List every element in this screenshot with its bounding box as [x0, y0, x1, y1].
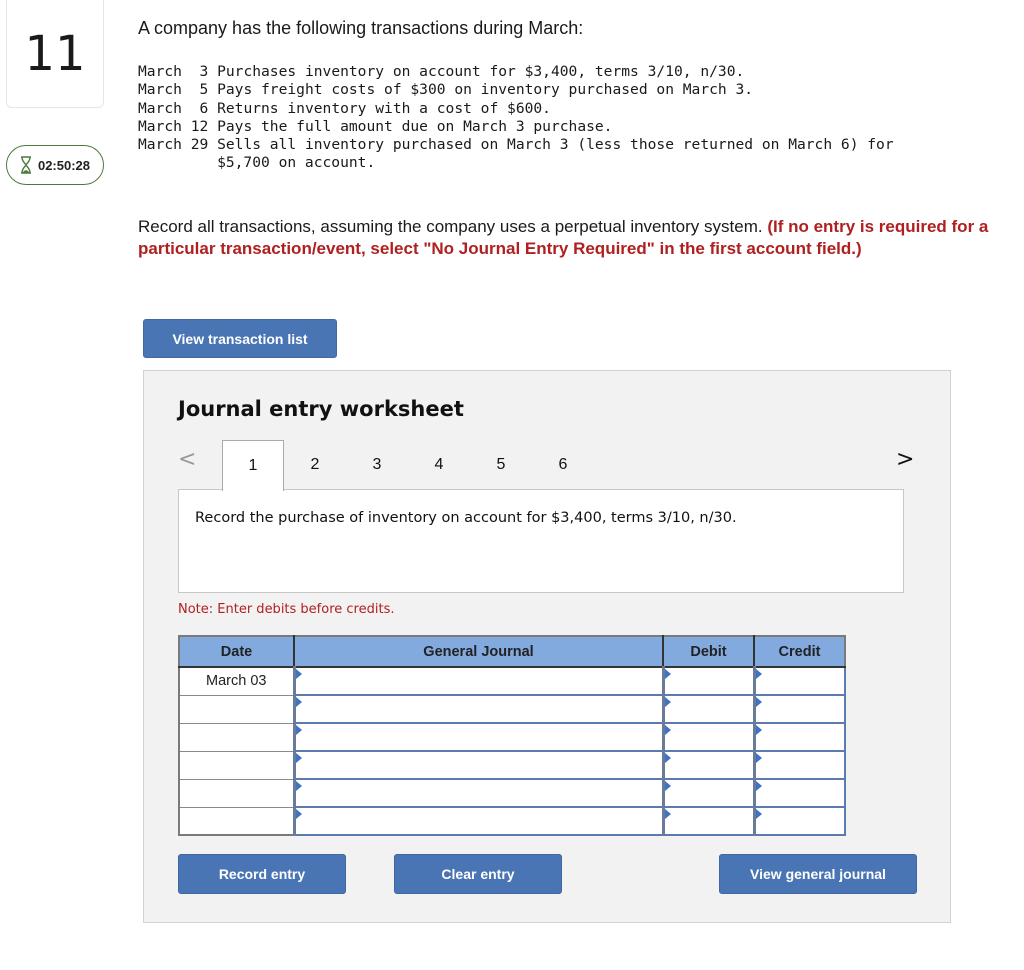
debit-cell: [661, 806, 755, 836]
debit-input[interactable]: [664, 808, 753, 834]
chevron-right-icon[interactable]: >: [896, 447, 914, 472]
transaction-row: March 12 Pays the full amount due on Mar…: [138, 118, 612, 135]
debit-input[interactable]: [664, 724, 753, 750]
account-cell: [292, 694, 664, 724]
journal-table: Date General Journal Debit Credit March …: [178, 635, 846, 836]
transaction-item: Pays the full amount due on March 3 purc…: [217, 117, 613, 135]
entry-tabs: 1 2 3 4 5 6: [222, 440, 594, 491]
tab-3[interactable]: 3: [346, 440, 408, 490]
timer-badge: 02:50:28: [6, 145, 104, 185]
account-input[interactable]: [295, 752, 662, 778]
worksheet-title: Journal entry worksheet: [178, 397, 464, 421]
debit-input[interactable]: [664, 752, 753, 778]
credit-input[interactable]: [755, 724, 844, 750]
credit-cell: [752, 666, 846, 696]
debit-cell: [661, 694, 755, 724]
transaction-row: March 3 Purchases inventory on account f…: [138, 63, 744, 80]
credit-input[interactable]: [755, 696, 844, 722]
clear-entry-button[interactable]: Clear entry: [394, 854, 562, 894]
header-debit: Debit: [663, 636, 755, 668]
credit-cell: [752, 806, 846, 836]
tab-5[interactable]: 5: [470, 440, 532, 490]
journal-row: [179, 806, 846, 836]
record-entry-button[interactable]: Record entry: [178, 854, 346, 894]
entry-description: Record the purchase of inventory on acco…: [178, 489, 904, 593]
journal-entry-worksheet: Journal entry worksheet < 1 2 3 4 5 6 > …: [143, 370, 951, 923]
debit-cell: [661, 778, 755, 808]
credit-input[interactable]: [755, 780, 844, 806]
account-input[interactable]: [295, 724, 662, 750]
account-cell: [292, 806, 664, 836]
journal-row: [179, 694, 846, 724]
transaction-row: March 6 Returns inventory with a cost of…: [138, 100, 551, 117]
credit-input[interactable]: [755, 668, 844, 694]
account-input[interactable]: [295, 808, 662, 834]
header-general-journal: General Journal: [294, 636, 664, 668]
date-cell: [179, 779, 295, 808]
question-number: 11: [6, 0, 104, 108]
transaction-date: March 29: [138, 136, 209, 154]
journal-row: [179, 750, 846, 780]
chevron-left-icon[interactable]: <: [178, 447, 196, 472]
transaction-date: March 12: [138, 117, 209, 135]
view-general-journal-button[interactable]: View general journal: [719, 854, 917, 894]
transaction-date: March 5: [138, 81, 209, 99]
tab-2[interactable]: 2: [284, 440, 346, 490]
tab-6[interactable]: 6: [532, 440, 594, 490]
transaction-list: March 3 Purchases inventory on account f…: [138, 63, 894, 173]
credit-cell: [752, 722, 846, 752]
transaction-row: March 5 Pays freight costs of $300 on in…: [138, 81, 753, 98]
transaction-item: Purchases inventory on account for $3,40…: [217, 63, 745, 80]
account-cell: [292, 778, 664, 808]
account-cell: [292, 666, 664, 696]
instruction-text: Record all transactions, assuming the co…: [138, 217, 763, 236]
date-cell: [179, 807, 295, 836]
transaction-item: Pays freight costs of $300 on inventory …: [217, 81, 754, 99]
view-transaction-list-button[interactable]: View transaction list: [143, 319, 337, 358]
entry-note: Note: Enter debits before credits.: [178, 602, 395, 617]
credit-cell: [752, 778, 846, 808]
account-input[interactable]: [295, 780, 662, 806]
date-cell: [179, 751, 295, 780]
tab-1[interactable]: 1: [222, 440, 284, 491]
debit-cell: [661, 750, 755, 780]
instructions: Record all transactions, assuming the co…: [138, 216, 1008, 260]
credit-cell: [752, 694, 846, 724]
account-cell: [292, 750, 664, 780]
header-credit: Credit: [754, 636, 845, 668]
date-cell: March 03: [179, 667, 295, 696]
header-date: Date: [179, 636, 295, 668]
date-cell: [179, 723, 295, 752]
transaction-item: Sells all inventory purchased on March 3…: [217, 136, 894, 172]
journal-row: [179, 722, 846, 752]
debit-input[interactable]: [664, 780, 753, 806]
debit-input[interactable]: [664, 668, 753, 694]
tab-4[interactable]: 4: [408, 440, 470, 490]
transaction-date: March 6: [138, 99, 209, 117]
account-input[interactable]: [295, 696, 662, 722]
timer-value: 02:50:28: [37, 157, 91, 173]
account-input[interactable]: [295, 668, 662, 694]
debit-cell: [661, 666, 755, 696]
credit-input[interactable]: [755, 808, 844, 834]
account-cell: [292, 722, 664, 752]
transaction-row: March 29 Sells all inventory purchased o…: [138, 136, 894, 171]
question-prompt: A company has the following transactions…: [138, 18, 584, 38]
credit-cell: [752, 750, 846, 780]
credit-input[interactable]: [755, 752, 844, 778]
hourglass-icon: [20, 156, 31, 174]
debit-input[interactable]: [664, 696, 753, 722]
journal-row: March 03: [179, 666, 846, 696]
debit-cell: [661, 722, 755, 752]
journal-row: [179, 778, 846, 808]
date-cell: [179, 695, 295, 724]
transaction-date: March 3: [138, 63, 209, 80]
transaction-item: Returns inventory with a cost of $600.: [217, 99, 551, 117]
